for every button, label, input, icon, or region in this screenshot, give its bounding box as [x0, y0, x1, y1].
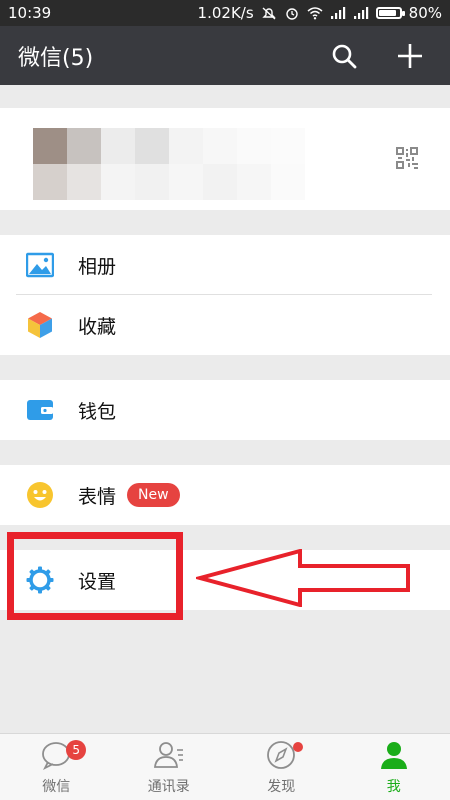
qr-code-icon[interactable]: [396, 147, 418, 169]
menu-item-album[interactable]: 相册: [0, 235, 450, 295]
menu-label-wallet: 钱包: [78, 400, 117, 423]
menu-label-stickers: 表情: [78, 485, 117, 508]
status-time: 10:39: [8, 4, 52, 22]
page-title: 微信(5): [18, 45, 94, 71]
tab-label-discover: 发现: [267, 779, 296, 795]
album-icon: [26, 252, 54, 278]
network-speed: 1.02K/s: [197, 4, 254, 22]
person-icon: [380, 742, 407, 769]
search-icon: [332, 44, 357, 68]
battery-icon: [375, 7, 405, 19]
menu-item-favorites[interactable]: 收藏: [0, 295, 450, 355]
do-not-disturb-icon: [261, 7, 276, 20]
search-button[interactable]: [322, 34, 366, 78]
tab-label-me: 我: [386, 779, 401, 795]
new-badge: New: [127, 483, 180, 507]
menu-item-stickers[interactable]: 表情 New: [0, 465, 450, 525]
unread-badge: 5: [66, 740, 87, 760]
tab-label-contacts: 通讯录: [147, 779, 190, 795]
highlight-box: [7, 532, 183, 620]
pointer-arrow-icon: [196, 549, 410, 607]
title-bar: 微信(5): [0, 26, 450, 85]
tab-me[interactable]: 我: [338, 734, 450, 800]
pixelated-profile: [33, 128, 333, 200]
add-button[interactable]: [388, 34, 432, 78]
contacts-icon: [153, 742, 183, 768]
menu-label-favorites: 收藏: [78, 315, 117, 338]
tab-chats[interactable]: 5 微信: [0, 734, 113, 800]
status-indicators: 1.02K/s 80%: [198, 4, 442, 22]
status-bar: 10:39 1.02K/s 80%: [0, 0, 450, 26]
tab-discover[interactable]: 发现: [225, 734, 338, 800]
alarm-icon: [285, 8, 298, 20]
notification-dot: [293, 742, 304, 752]
signal-icon: [330, 7, 345, 19]
menu-label-album: 相册: [78, 255, 117, 278]
signal-icon-2: [353, 7, 368, 19]
wifi-icon: [307, 7, 323, 20]
tab-label-chats: 微信: [42, 779, 71, 795]
profile-card[interactable]: [0, 108, 450, 210]
cube-icon: [28, 312, 52, 338]
menu-group-1: 相册 收藏: [0, 235, 450, 355]
wallet-icon: [27, 400, 53, 420]
bottom-tab-bar: 5 微信 通讯录 发现 我: [0, 733, 450, 800]
battery-level: 80%: [408, 4, 442, 22]
plus-icon: [398, 43, 422, 68]
menu-group-3: 表情 New: [0, 465, 450, 525]
menu-group-2: 钱包: [0, 380, 450, 440]
menu-item-wallet[interactable]: 钱包: [0, 380, 450, 440]
tab-contacts[interactable]: 通讯录: [113, 734, 226, 800]
smiley-icon: [27, 482, 53, 508]
